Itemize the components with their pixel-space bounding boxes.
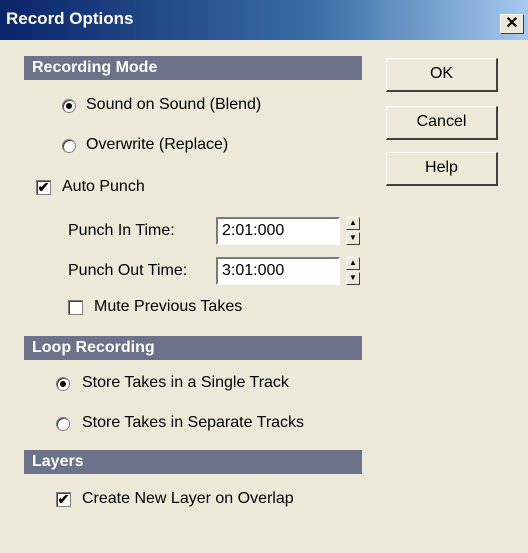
loop-recording-header: Loop Recording xyxy=(24,336,362,360)
spin-down-icon[interactable]: ▼ xyxy=(346,272,360,285)
window-title: Record Options xyxy=(6,9,134,28)
close-button[interactable]: ✕ xyxy=(500,14,524,34)
cancel-button[interactable]: Cancel xyxy=(386,106,498,140)
radio-overwrite-label[interactable]: Overwrite (Replace) xyxy=(86,136,228,154)
punch-in-input[interactable]: 2:01:000 xyxy=(216,217,340,245)
radio-separate-tracks[interactable] xyxy=(56,417,70,431)
radio-overwrite[interactable] xyxy=(62,139,76,153)
check-icon: ✔ xyxy=(57,491,70,507)
punch-out-label: Punch Out Time: xyxy=(68,262,188,279)
auto-punch-label[interactable]: Auto Punch xyxy=(62,178,145,196)
radio-separate-tracks-label[interactable]: Store Takes in Separate Tracks xyxy=(82,414,304,432)
radio-single-track[interactable] xyxy=(56,377,70,391)
help-button[interactable]: Help xyxy=(386,152,498,186)
spin-up-icon[interactable]: ▲ xyxy=(346,257,360,270)
punch-out-input[interactable]: 3:01:000 xyxy=(216,257,340,285)
spin-down-icon[interactable]: ▼ xyxy=(346,232,360,245)
radio-selected-dot xyxy=(66,103,72,109)
auto-punch-checkbox[interactable]: ✔ xyxy=(36,180,51,195)
radio-sound-on-sound-label[interactable]: Sound on Sound (Blend) xyxy=(86,96,261,114)
punch-out-spinner[interactable]: ▲ ▼ xyxy=(346,257,360,285)
spin-up-icon[interactable]: ▲ xyxy=(346,217,360,230)
mute-previous-takes-checkbox[interactable] xyxy=(68,300,83,315)
mute-previous-takes-label[interactable]: Mute Previous Takes xyxy=(94,298,242,316)
create-new-layer-label[interactable]: Create New Layer on Overlap xyxy=(82,490,294,508)
close-icon: ✕ xyxy=(505,15,519,32)
create-new-layer-checkbox[interactable]: ✔ xyxy=(56,492,71,507)
record-options-dialog: Record Options ✕ Recording Mode Sound on… xyxy=(0,0,528,553)
check-icon: ✔ xyxy=(37,179,50,195)
punch-in-label: Punch In Time: xyxy=(68,222,175,239)
radio-sound-on-sound[interactable] xyxy=(62,99,76,113)
punch-in-spinner[interactable]: ▲ ▼ xyxy=(346,217,360,245)
recording-mode-header: Recording Mode xyxy=(24,56,362,80)
title-bar[interactable]: Record Options ✕ xyxy=(0,0,528,40)
ok-button[interactable]: OK xyxy=(386,58,498,92)
radio-selected-dot xyxy=(60,381,66,387)
radio-single-track-label[interactable]: Store Takes in a Single Track xyxy=(82,374,289,392)
layers-header: Layers xyxy=(24,450,362,474)
